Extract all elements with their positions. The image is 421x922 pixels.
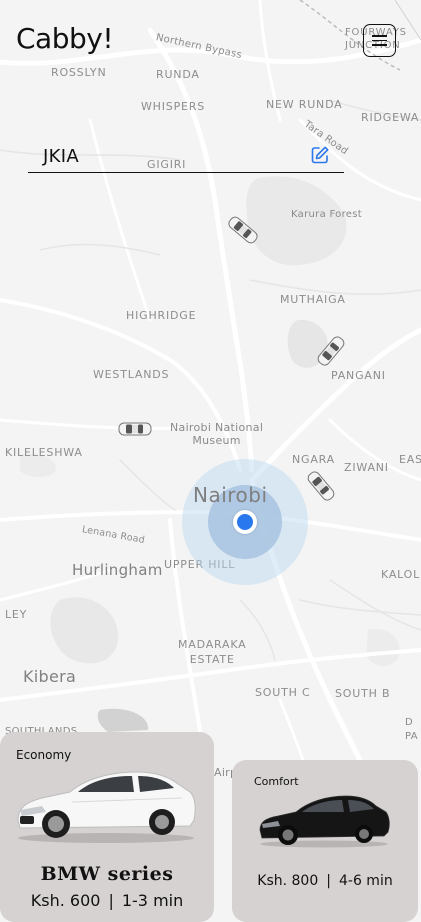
map-label-runda: RUNDA — [156, 68, 200, 81]
map-label-madaraka: MADARAKA ESTATE — [178, 638, 247, 666]
ride-eta: 1-3 min — [121, 891, 184, 910]
map-label-westlands: WESTLANDS — [93, 368, 170, 381]
map-label-muthaiga: MUTHAIGA — [280, 293, 346, 306]
map-label-karura-forest: Karura Forest — [291, 209, 362, 220]
map-label-highridge: HIGHRIDGE — [126, 309, 197, 322]
ride-separator: | — [326, 873, 331, 889]
map-label-pangani: PANGANI — [331, 369, 386, 382]
destination-field[interactable]: JKIA — [28, 141, 344, 173]
map-label-ziwani: ZIWANI — [344, 461, 389, 474]
current-location-marker — [233, 510, 257, 534]
map-label-kalol: KALOL — [381, 568, 421, 581]
edit-pencil-icon[interactable] — [310, 145, 330, 165]
car-marker[interactable] — [118, 421, 152, 437]
app-screen: FOURWAYS JUNCTION Northern Bypass ROSSLY… — [0, 0, 421, 922]
ride-name: BMW series — [40, 863, 174, 885]
ride-eta: 4-6 min — [338, 873, 393, 889]
map-label-south-c: SOUTH C — [255, 686, 311, 699]
ride-price: Ksh. 800 — [257, 873, 319, 889]
destination-value: JKIA — [43, 146, 79, 167]
ride-price-eta: Ksh. 600 | 1-3 min — [0, 891, 214, 910]
ride-type-label: Comfort — [254, 775, 299, 788]
map-label-south-b: SOUTH B — [335, 687, 391, 700]
map-label-whispers: WHISPERS — [141, 100, 205, 113]
bmw-car-image — [17, 771, 196, 843]
map-label-ley: LEY — [5, 608, 28, 621]
map-label-kibera: Kibera — [23, 667, 77, 686]
map-label-ridgeways: RIDGEWA — [361, 111, 420, 124]
ride-option-economy[interactable]: Economy BMW series Ksh. 600 | 1-3 min — [0, 732, 214, 922]
ride-type-label: Economy — [16, 748, 72, 762]
map-label-rosslyn: ROSSLYN — [51, 66, 107, 79]
ride-option-comfort[interactable]: Comfort Ksh. 800 | 4-6 min — [232, 760, 418, 922]
map-label-museum: Nairobi National Museum — [170, 421, 264, 447]
map-label-kileleshwa: KILELESHWA — [5, 446, 83, 459]
map-label-ngara: NGARA — [292, 453, 335, 466]
app-logo: Cabby! — [16, 22, 114, 55]
map-label-nairobi: Nairobi — [193, 483, 268, 507]
ride-price-eta: Ksh. 800 | 4-6 min — [232, 873, 418, 889]
ride-price: Ksh. 600 — [30, 891, 101, 910]
map-label-pa: D PA — [405, 717, 418, 742]
map-label-new-runda: NEW RUNDA — [266, 98, 343, 111]
map-label-hurlingham: Hurlingham — [72, 561, 163, 579]
map-label-eas: EAS — [399, 453, 421, 466]
mercedes-car-image — [259, 795, 390, 848]
ride-separator: | — [108, 891, 114, 910]
hamburger-menu-icon[interactable] — [363, 24, 396, 57]
